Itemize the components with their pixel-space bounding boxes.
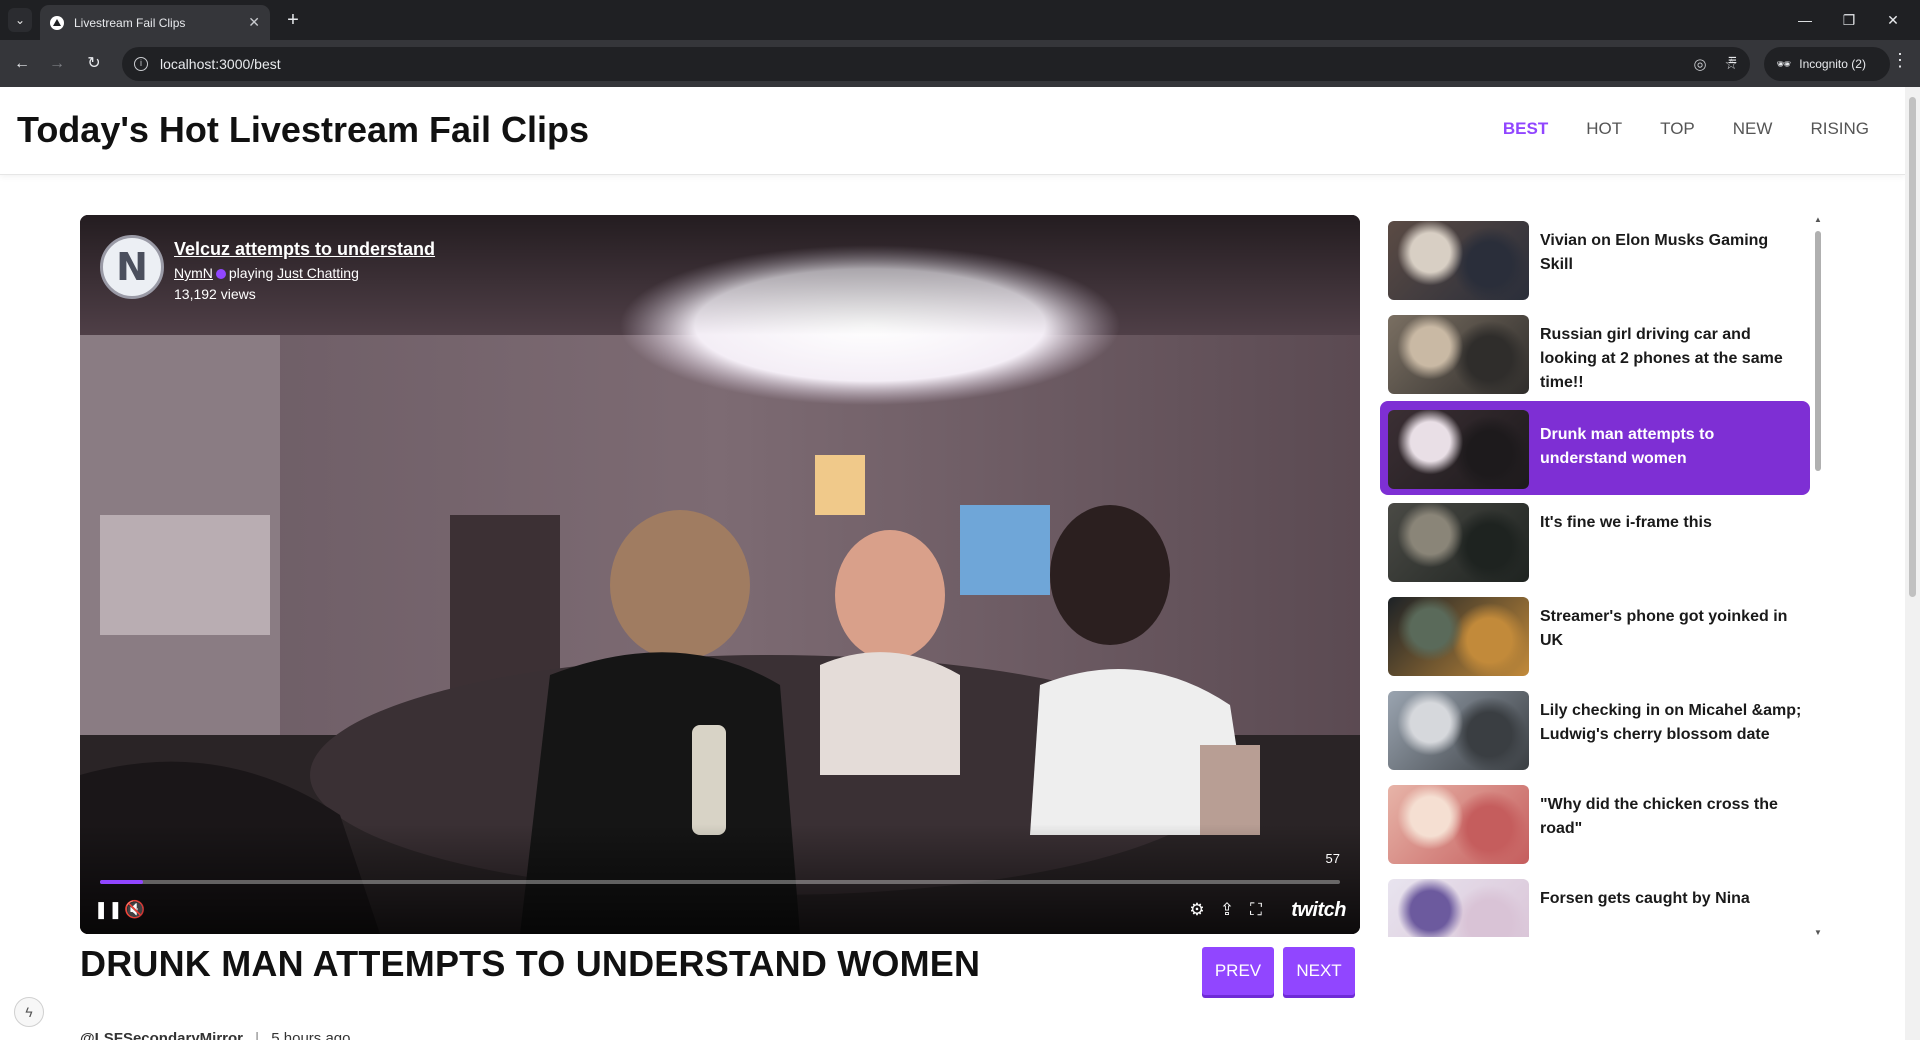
clip-item-title[interactable]: It's fine we i-frame this bbox=[1540, 511, 1802, 535]
restore-icon[interactable]: ❐ bbox=[1834, 8, 1864, 32]
clip-headline: DRUNK MAN ATTEMPTS TO UNDERSTAND WOMEN bbox=[80, 943, 981, 984]
channel-link[interactable]: NymN bbox=[174, 265, 213, 281]
nav-top[interactable]: TOP bbox=[1660, 119, 1695, 139]
video-player[interactable]: N Velcuz attempts to understand NymN play… bbox=[80, 215, 1360, 934]
eye-off-icon[interactable]: ◎ bbox=[1693, 55, 1706, 73]
playing-label: playing bbox=[228, 265, 274, 281]
clip-meta: NymN playing Just Chatting bbox=[174, 265, 359, 281]
clip-item-title[interactable]: Forsen gets caught by Nina bbox=[1540, 887, 1802, 911]
nav-best[interactable]: BEST bbox=[1503, 119, 1548, 139]
muted-volume-icon[interactable]: 🔇 bbox=[124, 899, 146, 921]
clip-item-title[interactable]: Lily checking in on Micahel &amp; Ludwig… bbox=[1540, 699, 1802, 747]
page: Today's Hot Livestream Fail Clips BEST H… bbox=[0, 87, 1905, 1040]
clip-thumbnail[interactable] bbox=[1388, 691, 1529, 770]
reload-icon[interactable]: ↻ bbox=[82, 52, 106, 76]
incognito-indicator[interactable]: 🕶 Incognito (2) bbox=[1764, 47, 1890, 81]
back-arrow-icon[interactable]: ← bbox=[10, 52, 34, 76]
tab-search-chevron-icon[interactable]: ⌄ bbox=[8, 8, 32, 32]
clip-list-item[interactable]: "Why did the chicken cross the road" bbox=[1380, 779, 1810, 865]
site-info-icon[interactable]: i bbox=[134, 57, 148, 71]
clip-thumbnail[interactable] bbox=[1388, 785, 1529, 864]
clip-thumbnail[interactable] bbox=[1388, 221, 1529, 300]
share-icon[interactable]: ⇪ bbox=[1216, 899, 1238, 921]
prev-button[interactable]: PREV bbox=[1202, 947, 1274, 995]
sort-nav: BEST HOT TOP NEW RISING bbox=[1503, 119, 1869, 139]
dev-tools-bolt-icon[interactable]: ϟ bbox=[14, 997, 44, 1027]
clip-list-item[interactable]: Drunk man attempts to understand women bbox=[1380, 401, 1810, 495]
site-title: Today's Hot Livestream Fail Clips bbox=[17, 109, 590, 150]
game-link[interactable]: Just Chatting bbox=[277, 265, 359, 281]
channel-avatar[interactable]: N bbox=[100, 235, 164, 299]
url-text[interactable]: localhost:3000/best bbox=[160, 56, 1675, 72]
forward-arrow-icon[interactable]: → bbox=[45, 52, 69, 76]
clip-list-item[interactable]: Streamer's phone got yoinked in UK bbox=[1380, 591, 1810, 677]
nav-rising[interactable]: RISING bbox=[1810, 119, 1869, 139]
close-window-icon[interactable]: ✕ bbox=[1878, 8, 1908, 32]
view-count: 13,192 views bbox=[174, 286, 256, 302]
site-header: Today's Hot Livestream Fail Clips BEST H… bbox=[0, 87, 1905, 175]
settings-gear-icon[interactable]: ⚙ bbox=[1186, 899, 1208, 921]
page-scrollbar[interactable] bbox=[1905, 87, 1920, 1040]
countdown-timer: 57 bbox=[1325, 851, 1340, 866]
site-favicon-icon bbox=[50, 15, 64, 30]
address-bar[interactable]: i localhost:3000/best ◎ ☆ bbox=[122, 47, 1750, 81]
byline-separator: | bbox=[255, 1030, 260, 1040]
clip-thumbnail[interactable] bbox=[1388, 597, 1529, 676]
player-bottom-gradient bbox=[80, 824, 1360, 934]
post-time: 5 hours ago bbox=[271, 1030, 351, 1040]
nav-new[interactable]: NEW bbox=[1733, 119, 1773, 139]
clip-item-title[interactable]: "Why did the chicken cross the road" bbox=[1540, 793, 1802, 841]
page-scroll-thumb[interactable] bbox=[1909, 97, 1916, 597]
incognito-icon: 🕶 bbox=[1776, 57, 1792, 71]
clip-list: Vivian on Elon Musks Gaming Skill Russian… bbox=[1380, 215, 1810, 937]
pause-icon[interactable]: ❚❚ bbox=[94, 899, 123, 921]
scroll-down-icon[interactable]: ▼ bbox=[1814, 928, 1822, 937]
browser-tab[interactable]: Livestream Fail Clips ✕ bbox=[40, 5, 270, 40]
clip-list-scroll-thumb[interactable] bbox=[1815, 231, 1821, 471]
seek-bar[interactable] bbox=[100, 880, 1340, 884]
fullscreen-icon[interactable]: ⛶ bbox=[1245, 899, 1267, 921]
seek-bar-progress bbox=[100, 880, 144, 884]
browser-toolbar: ← → ↻ i localhost:3000/best ◎ ☆ ≡ 🕶 Inco… bbox=[0, 40, 1920, 87]
poster-handle[interactable]: @LSFSecondaryMirror bbox=[80, 1030, 243, 1040]
clip-thumbnail[interactable] bbox=[1388, 410, 1529, 489]
clip-list-item[interactable]: Vivian on Elon Musks Gaming Skill bbox=[1380, 215, 1810, 301]
clip-item-title[interactable]: Streamer's phone got yoinked in UK bbox=[1540, 605, 1802, 653]
clip-item-title[interactable]: Drunk man attempts to understand women bbox=[1540, 423, 1802, 471]
clip-thumbnail[interactable] bbox=[1388, 503, 1529, 582]
nav-hot[interactable]: HOT bbox=[1586, 119, 1622, 139]
browser-menu-icon[interactable]: ⋮ bbox=[1890, 50, 1910, 71]
clip-list-scrollbar[interactable]: ▲ ▼ bbox=[1812, 215, 1824, 937]
scroll-up-icon[interactable]: ▲ bbox=[1814, 215, 1822, 224]
twitch-logo[interactable]: twitch bbox=[1291, 899, 1346, 922]
tab-close-icon[interactable]: ✕ bbox=[248, 14, 260, 31]
clip-list-item[interactable]: Lily checking in on Micahel &amp; Ludwig… bbox=[1380, 685, 1810, 771]
next-button[interactable]: NEXT bbox=[1283, 947, 1355, 995]
minimize-icon[interactable]: — bbox=[1790, 8, 1820, 32]
clip-item-title[interactable]: Vivian on Elon Musks Gaming Skill bbox=[1540, 229, 1802, 277]
clip-item-title[interactable]: Russian girl driving car and looking at … bbox=[1540, 323, 1802, 395]
clip-list-item[interactable]: Russian girl driving car and looking at … bbox=[1380, 309, 1810, 395]
clip-thumbnail[interactable] bbox=[1388, 879, 1529, 937]
clip-title-link[interactable]: Velcuz attempts to understand bbox=[174, 239, 435, 260]
verified-badge-icon bbox=[215, 269, 226, 280]
incognito-label: Incognito (2) bbox=[1799, 57, 1866, 71]
tab-title: Livestream Fail Clips bbox=[74, 15, 186, 30]
byline: @LSFSecondaryMirror | 5 hours ago bbox=[80, 1030, 350, 1040]
browser-tab-bar: ⌄ Livestream Fail Clips ✕ + — ❐ ✕ bbox=[0, 0, 1920, 40]
media-controls-icon[interactable]: ≡ bbox=[1728, 52, 1737, 69]
new-tab-plus-icon[interactable]: + bbox=[282, 9, 304, 31]
clip-list-item[interactable]: It's fine we i-frame this bbox=[1380, 497, 1810, 583]
clip-thumbnail[interactable] bbox=[1388, 315, 1529, 394]
clip-list-item[interactable]: Forsen gets caught by Nina bbox=[1380, 873, 1810, 937]
